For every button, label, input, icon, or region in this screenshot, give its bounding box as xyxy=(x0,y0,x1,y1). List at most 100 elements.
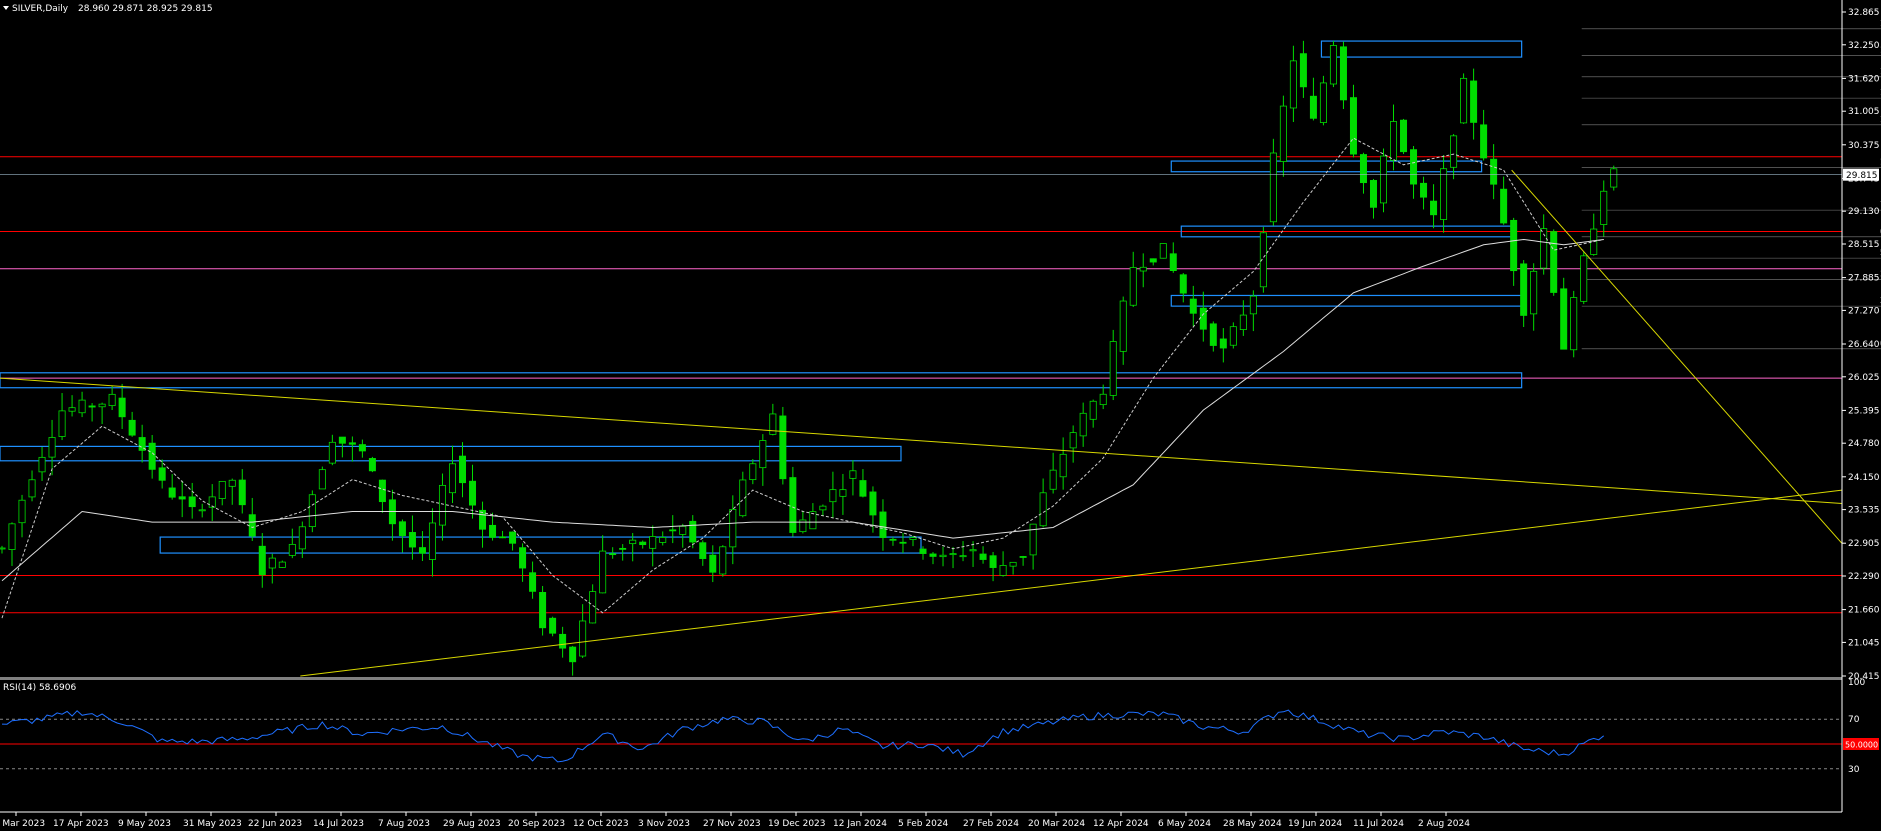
time-tick-label-4: 22 Jun 2023 xyxy=(248,819,302,829)
candle-body-7 xyxy=(68,407,76,412)
candle-body-44 xyxy=(438,484,446,526)
candle-body-86 xyxy=(859,480,867,497)
price-tick-label-5: 23.535 xyxy=(1848,506,1880,516)
panel-separator xyxy=(0,677,1842,680)
time-tick-label-5: 14 Jul 2023 xyxy=(313,819,364,829)
candle-body-4 xyxy=(38,456,46,473)
rsi-tick-label-30: 30 xyxy=(1848,765,1860,775)
candle-body-97 xyxy=(969,549,977,552)
price-tick-label-8: 25.395 xyxy=(1848,406,1880,416)
candle-body-82 xyxy=(819,505,827,511)
chart-header: SILVER,Daily 28.960 29.871 28.925 29.815 xyxy=(3,4,213,14)
time-tick-label-22: 2 Aug 2024 xyxy=(1418,819,1470,829)
price-tick-label-9: 26.025 xyxy=(1848,373,1880,383)
candle-body-1 xyxy=(8,523,16,550)
candle-body-93 xyxy=(929,553,937,557)
time-tick-label-10: 3 Nov 2023 xyxy=(638,819,690,829)
rsi-tick-label-100: 100 xyxy=(1848,678,1865,688)
candle-body-16 xyxy=(158,467,166,481)
candle-body-105 xyxy=(1049,469,1057,490)
rsi-level-label: 50.0000 xyxy=(1845,741,1878,750)
candle-body-26 xyxy=(258,545,266,576)
candle-body-135 xyxy=(1349,97,1357,155)
candle-body-17 xyxy=(168,487,176,498)
candle-body-100 xyxy=(999,565,1007,576)
candle-body-118 xyxy=(1179,274,1187,294)
candle-body-123 xyxy=(1229,326,1237,346)
candle-body-139 xyxy=(1390,121,1398,161)
candle-body-116 xyxy=(1159,243,1167,259)
candle-body-101 xyxy=(1009,561,1017,567)
candle-body-115 xyxy=(1149,258,1157,263)
candle-body-56 xyxy=(559,633,567,649)
time-tick-label-8: 20 Sep 2023 xyxy=(508,819,565,829)
candle-body-132 xyxy=(1319,82,1327,123)
time-tick-label-2: 9 May 2023 xyxy=(118,819,171,829)
candle-body-161 xyxy=(1610,168,1618,188)
candle-body-87 xyxy=(869,491,877,516)
candle-body-110 xyxy=(1099,393,1107,406)
candle-body-114 xyxy=(1139,266,1147,272)
candle-body-72 xyxy=(719,546,727,575)
candle-body-47 xyxy=(469,480,477,506)
candle-body-45 xyxy=(448,463,456,494)
candle-body-20 xyxy=(198,509,206,512)
candle-body-106 xyxy=(1059,453,1067,478)
candle-body-25 xyxy=(248,514,256,537)
candle-body-61 xyxy=(609,553,617,556)
price-tick-label-3: 22.290 xyxy=(1848,572,1880,582)
candle-body-90 xyxy=(899,541,907,544)
ohlc-values: 28.960 29.871 28.925 29.815 xyxy=(78,4,213,14)
candle-body-148 xyxy=(1480,124,1488,159)
candle-body-158 xyxy=(1580,255,1588,302)
candle-body-107 xyxy=(1069,432,1077,449)
candle-body-96 xyxy=(959,555,967,558)
candle-body-22 xyxy=(218,480,226,499)
candle-body-54 xyxy=(539,591,547,629)
candle-body-12 xyxy=(118,397,126,418)
candle-body-48 xyxy=(479,509,487,530)
candle-body-5 xyxy=(48,437,56,458)
price-tick-label-20: 32.865 xyxy=(1848,8,1880,18)
candle-body-94 xyxy=(939,554,947,558)
time-tick-label-9: 12 Oct 2023 xyxy=(573,819,629,829)
candle-body-60 xyxy=(599,550,607,594)
candle-body-28 xyxy=(278,561,286,568)
time-tick-label-18: 6 May 2024 xyxy=(1158,819,1211,829)
candle-body-95 xyxy=(949,553,957,556)
time-tick-label-15: 27 Feb 2024 xyxy=(963,819,1019,829)
price-tick-label-14: 29.130 xyxy=(1848,207,1880,217)
candle-body-66 xyxy=(659,537,667,543)
price-tick-label-4: 22.905 xyxy=(1848,539,1880,549)
candle-body-63 xyxy=(629,539,637,545)
candle-body-49 xyxy=(489,524,497,538)
symbol-label: SILVER,Daily xyxy=(12,4,69,14)
candle-body-15 xyxy=(148,442,156,470)
time-tick-label-13: 12 Jan 2024 xyxy=(833,819,887,829)
candle-body-34 xyxy=(338,436,346,444)
candle-body-109 xyxy=(1089,400,1097,420)
candle-body-23 xyxy=(228,479,236,487)
candle-body-42 xyxy=(418,547,426,554)
price-tick-label-13: 28.515 xyxy=(1848,240,1880,250)
candle-body-88 xyxy=(879,511,887,538)
candle-body-91 xyxy=(909,537,917,540)
candle-body-130 xyxy=(1299,53,1307,88)
time-tick-label-0: 23 Mar 2023 xyxy=(0,819,45,829)
candle-body-50 xyxy=(499,536,507,539)
candle-body-150 xyxy=(1500,188,1508,224)
candle-body-156 xyxy=(1560,288,1568,350)
candle-body-98 xyxy=(979,553,987,560)
price-tick-label-17: 31.005 xyxy=(1848,107,1880,117)
candle-body-62 xyxy=(619,547,627,550)
candle-body-117 xyxy=(1169,253,1177,271)
price-tick-label-16: 30.375 xyxy=(1848,141,1880,151)
candle-body-33 xyxy=(328,441,336,464)
candle-body-57 xyxy=(569,646,577,663)
candle-body-75 xyxy=(749,463,757,481)
price-tick-label-7: 24.780 xyxy=(1848,439,1880,449)
candle-body-55 xyxy=(549,617,557,634)
candle-body-84 xyxy=(839,489,847,497)
candle-body-19 xyxy=(188,496,196,508)
price-tick-label-2: 21.660 xyxy=(1848,606,1880,616)
